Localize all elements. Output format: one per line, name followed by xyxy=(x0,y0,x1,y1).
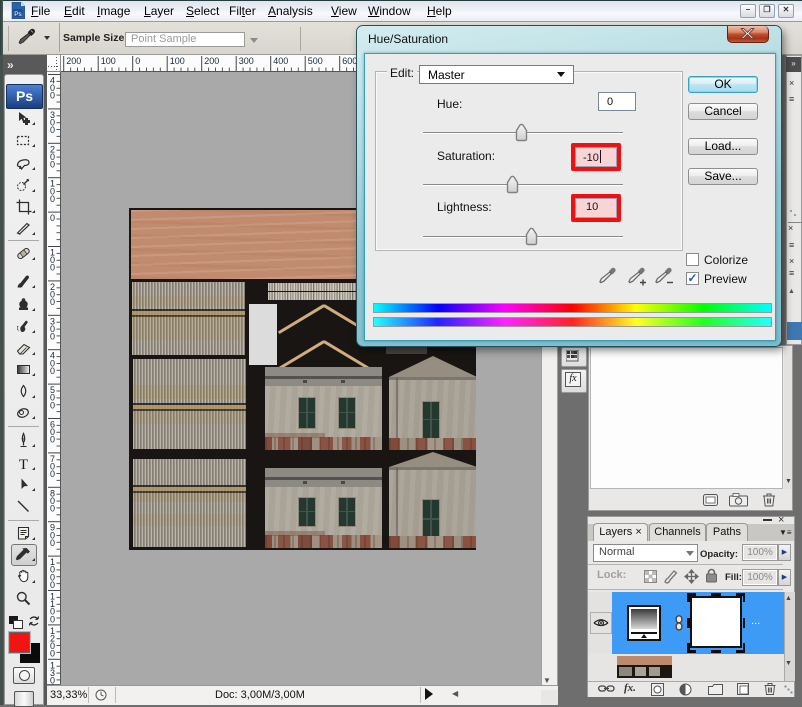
svg-text:0: 0 xyxy=(50,194,55,204)
svg-text:0: 0 xyxy=(50,91,55,101)
svg-text:0: 0 xyxy=(50,160,55,170)
svg-text:0: 0 xyxy=(50,538,55,548)
svg-text:400: 400 xyxy=(273,56,288,66)
svg-text:0: 0 xyxy=(50,580,55,590)
svg-text:100: 100 xyxy=(101,56,116,66)
svg-text:200: 200 xyxy=(66,56,81,66)
svg-text:0: 0 xyxy=(50,614,55,624)
svg-text:0: 0 xyxy=(50,504,55,514)
svg-text:0: 0 xyxy=(50,297,55,307)
svg-text:200: 200 xyxy=(204,56,219,66)
svg-text:0: 0 xyxy=(50,649,55,659)
svg-text:500: 500 xyxy=(308,56,323,66)
svg-text:0: 0 xyxy=(50,435,55,445)
svg-text:600: 600 xyxy=(342,56,357,66)
svg-text:100: 100 xyxy=(170,56,185,66)
svg-text:Ps: Ps xyxy=(14,11,22,18)
svg-text:0: 0 xyxy=(135,56,140,66)
svg-text:T: T xyxy=(19,457,28,472)
svg-text:0: 0 xyxy=(50,469,55,479)
svg-text:300: 300 xyxy=(239,56,254,66)
svg-text:0: 0 xyxy=(50,213,55,223)
svg-text:0: 0 xyxy=(50,332,55,342)
svg-text:0: 0 xyxy=(50,125,55,135)
svg-text:0: 0 xyxy=(50,263,55,273)
svg-text:0: 0 xyxy=(50,400,55,410)
svg-text:0: 0 xyxy=(50,366,55,376)
